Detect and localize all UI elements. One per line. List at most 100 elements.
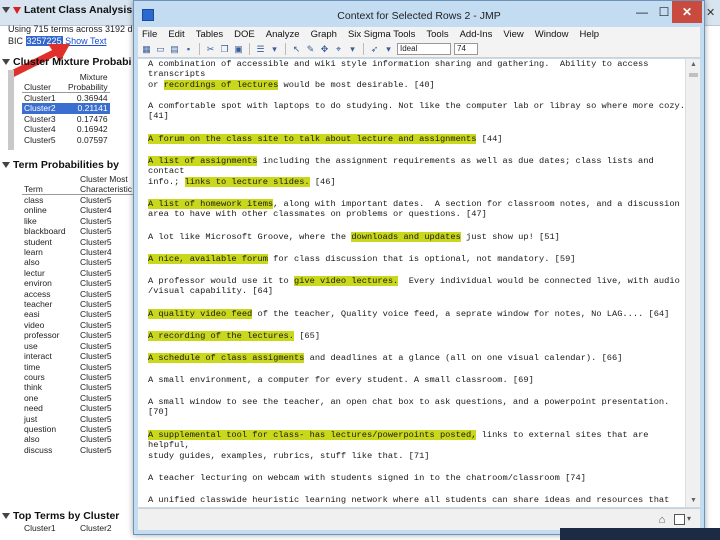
highlighted-phrase: A list of homework items — [148, 199, 274, 209]
disclosure-icon[interactable] — [2, 7, 10, 13]
table-row[interactable]: environ Cluster5 — [22, 278, 134, 288]
outline-top-terms[interactable]: Top Terms by Cluster — [2, 509, 119, 523]
table-row[interactable]: video Cluster5 — [22, 320, 134, 330]
table-row[interactable]: like Cluster5 — [22, 216, 134, 226]
window-list-icon[interactable] — [674, 514, 685, 525]
menu-tables[interactable]: Tables — [192, 29, 230, 40]
table-row[interactable]: Cluster5 0.07597 — [22, 135, 110, 145]
table-row[interactable]: cours Cluster5 — [22, 372, 134, 382]
cluster-cell: Cluster5 — [80, 330, 112, 341]
table-row[interactable]: access Cluster5 — [22, 289, 134, 299]
outline-mixture[interactable]: Cluster Mixture Probabi — [2, 55, 131, 69]
table-row[interactable]: professor Cluster5 — [22, 330, 134, 340]
context-titlebar[interactable]: Context for Selected Rows 2 - JMP — ☐ ✕ — [134, 1, 704, 29]
new-table-icon[interactable]: ▦ — [141, 44, 152, 55]
context-text-area[interactable]: A combination of accessible and wiki sty… — [138, 59, 685, 507]
table-row[interactable]: learn Cluster4 — [22, 247, 134, 257]
menu-file[interactable]: File — [138, 29, 164, 40]
table-row[interactable]: Cluster3 0.17476 — [22, 114, 110, 124]
table-row[interactable]: just Cluster5 — [22, 414, 134, 424]
menu-help[interactable]: Help — [576, 29, 607, 40]
open-folder-icon[interactable]: ▭ — [155, 44, 166, 55]
menu-six-sigma[interactable]: Six Sigma Tools — [344, 29, 422, 40]
table-row[interactable]: also Cluster5 — [22, 434, 134, 444]
select-icon[interactable]: ↖ — [291, 44, 302, 55]
table-row[interactable]: use Cluster5 — [22, 341, 134, 351]
table-row[interactable]: easi Cluster5 — [22, 309, 134, 319]
font-select[interactable]: Ideal — [397, 43, 451, 55]
context-paragraph: A forum on the class site to talk about … — [148, 134, 680, 144]
table-row[interactable]: lectur Cluster5 — [22, 268, 134, 278]
table-row[interactable]: online Cluster4 — [22, 205, 134, 215]
table-row[interactable]: teacher Cluster5 — [22, 299, 134, 309]
table-row[interactable]: also Cluster5 — [22, 257, 134, 267]
save-icon[interactable]: ▪ — [183, 44, 194, 55]
menu-graph[interactable]: Graph — [307, 29, 344, 40]
table-row[interactable]: blackboard Cluster5 — [22, 226, 134, 236]
red-triangle-menu-icon[interactable] — [13, 6, 21, 14]
scroll-thumb[interactable] — [689, 73, 698, 77]
col-header[interactable]: Cluster1 — [22, 523, 78, 533]
paste-icon[interactable]: ▣ — [233, 44, 244, 55]
table-row[interactable]: Cluster1 0.36944 — [22, 93, 110, 104]
probability-cell: 0.16942 — [76, 124, 108, 135]
menu-edit[interactable]: Edit — [164, 29, 191, 40]
scroll-up-icon[interactable]: ▲ — [686, 59, 701, 71]
home-icon[interactable]: ⌂ — [656, 514, 668, 526]
table-row[interactable]: Cluster4 0.16942 — [22, 124, 110, 134]
col-header[interactable]: Cluster Most Characteristic — [78, 174, 134, 195]
table-row[interactable]: interact Cluster5 — [22, 351, 134, 361]
cluster-cell: Cluster4 — [24, 124, 56, 135]
menu-add-ins[interactable]: Add-Ins — [456, 29, 500, 40]
dropdown-icon[interactable]: ▾ — [383, 44, 394, 55]
top-terms-table: Cluster1 Cluster2 — [22, 523, 134, 533]
open-icon[interactable]: ▤ — [169, 44, 180, 55]
menu-window[interactable]: Window — [531, 29, 576, 40]
outline-title: Latent Class Analysis — [24, 4, 133, 16]
table-row[interactable]: student Cluster5 — [22, 237, 134, 247]
table-row[interactable]: need Cluster5 — [22, 403, 134, 413]
taskbar-strip — [560, 528, 720, 540]
brush-icon[interactable]: ➶ — [369, 44, 380, 55]
col-header[interactable]: Cluster — [22, 72, 58, 93]
outline-latent-class[interactable]: Latent Class Analysis — [2, 3, 132, 17]
close-icon[interactable]: ✕ — [706, 6, 715, 19]
scroll-icon[interactable]: ✥ — [319, 44, 330, 55]
menu-analyze[interactable]: Analyze — [262, 29, 307, 40]
toolbar-divider — [249, 43, 250, 55]
highlighted-phrase: A recording of the lectures. — [148, 331, 294, 341]
menu-doe[interactable]: DOE — [230, 29, 262, 40]
dropdown-icon[interactable]: ▾ — [347, 44, 358, 55]
table-row[interactable]: class Cluster5 — [22, 195, 134, 206]
toolbar-divider — [285, 43, 286, 55]
vertical-scrollbar[interactable]: ▲ ▼ — [685, 59, 700, 507]
copy-icon[interactable]: ❐ — [219, 44, 230, 55]
table-row[interactable]: one Cluster5 — [22, 393, 134, 403]
report-scrollbar[interactable] — [6, 60, 16, 520]
table-row[interactable]: Cluster2 0.21141 — [22, 103, 110, 114]
outline-term-probabilities[interactable]: Term Probabilities by — [2, 158, 119, 172]
table-row[interactable]: discuss Cluster5 — [22, 445, 134, 455]
term-cell: professor — [24, 330, 60, 341]
col-header[interactable]: Term — [22, 174, 78, 195]
tool-icon[interactable]: ✎ — [305, 44, 316, 55]
dropdown-icon[interactable]: ▾ — [269, 44, 280, 55]
term-cell: just — [24, 413, 38, 424]
table-row[interactable]: think Cluster5 — [22, 382, 134, 392]
close-button[interactable]: ✕ — [672, 1, 702, 23]
journal-icon[interactable]: ☰ — [255, 44, 266, 55]
table-row[interactable]: question Cluster5 — [22, 424, 134, 434]
menu-view[interactable]: View — [499, 29, 530, 40]
lasso-icon[interactable]: ⌖ — [333, 44, 344, 55]
menu-tools[interactable]: Tools — [422, 29, 455, 40]
table-row[interactable]: time Cluster5 — [22, 362, 134, 372]
font-size-select[interactable]: 74 — [454, 43, 478, 55]
scroll-thumb[interactable] — [8, 70, 14, 150]
term-cell: question — [24, 423, 57, 434]
col-header[interactable]: Mixture Probability — [57, 72, 110, 93]
chevron-down-icon[interactable]: ▾ — [687, 514, 691, 523]
scroll-down-icon[interactable]: ▼ — [686, 495, 701, 507]
col-header[interactable]: Cluster2 — [78, 523, 134, 533]
term-cell: online — [24, 205, 47, 216]
cut-icon[interactable]: ✂ — [205, 44, 216, 55]
